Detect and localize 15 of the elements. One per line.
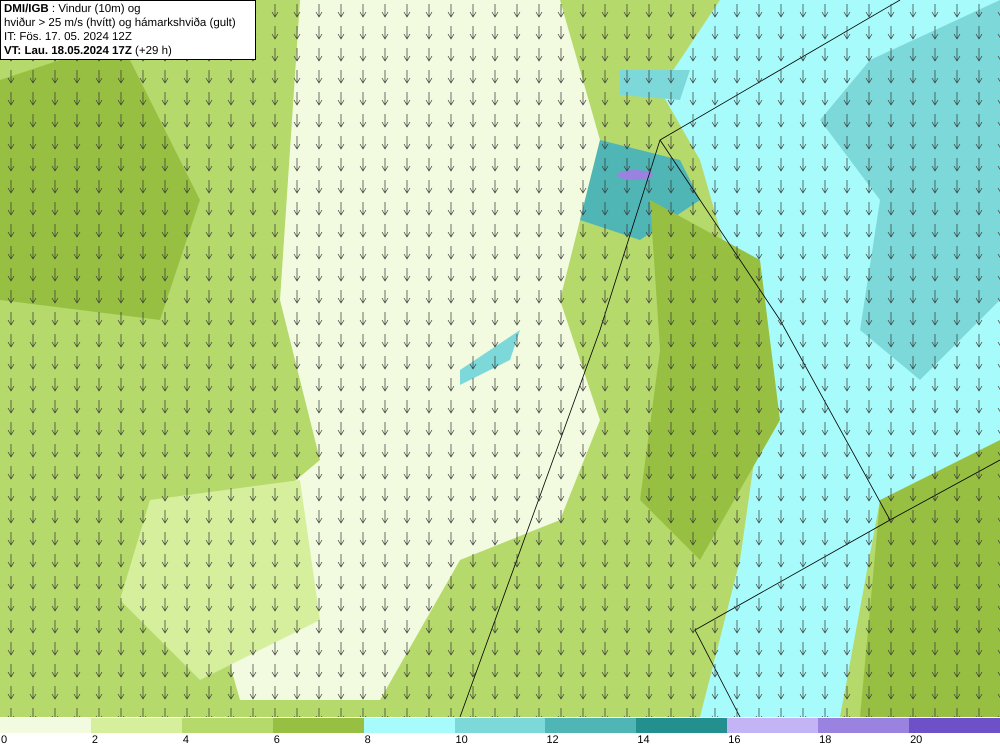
- legend-tick-label: 6: [274, 734, 280, 746]
- info-line: IT: Fös. 17. 05. 2024 12Z: [4, 30, 133, 44]
- legend-tick-label: 20: [910, 734, 922, 746]
- info-line: hviður > 25 m/s (hvítt) og hámarkshviða (gult): [4, 16, 237, 30]
- legend-tick-label: 10: [456, 734, 468, 746]
- legend-tick-label: 0: [1, 734, 8, 746]
- legend-tick-label: 12: [546, 734, 559, 746]
- info-line: VT: Lau. 18.05.2024 17Z (+29 h): [4, 44, 173, 58]
- info-line: DMI/IGB : Vindur (10m) og: [4, 2, 142, 16]
- legend-tick-label: 8: [364, 734, 371, 746]
- legend-tick-label: 14: [637, 734, 650, 746]
- legend-tick-label: 16: [728, 734, 740, 746]
- legend-tick-label: 4: [182, 734, 189, 746]
- legend-tick-label: 18: [819, 734, 832, 746]
- legend-tick-label: 2: [92, 734, 98, 746]
